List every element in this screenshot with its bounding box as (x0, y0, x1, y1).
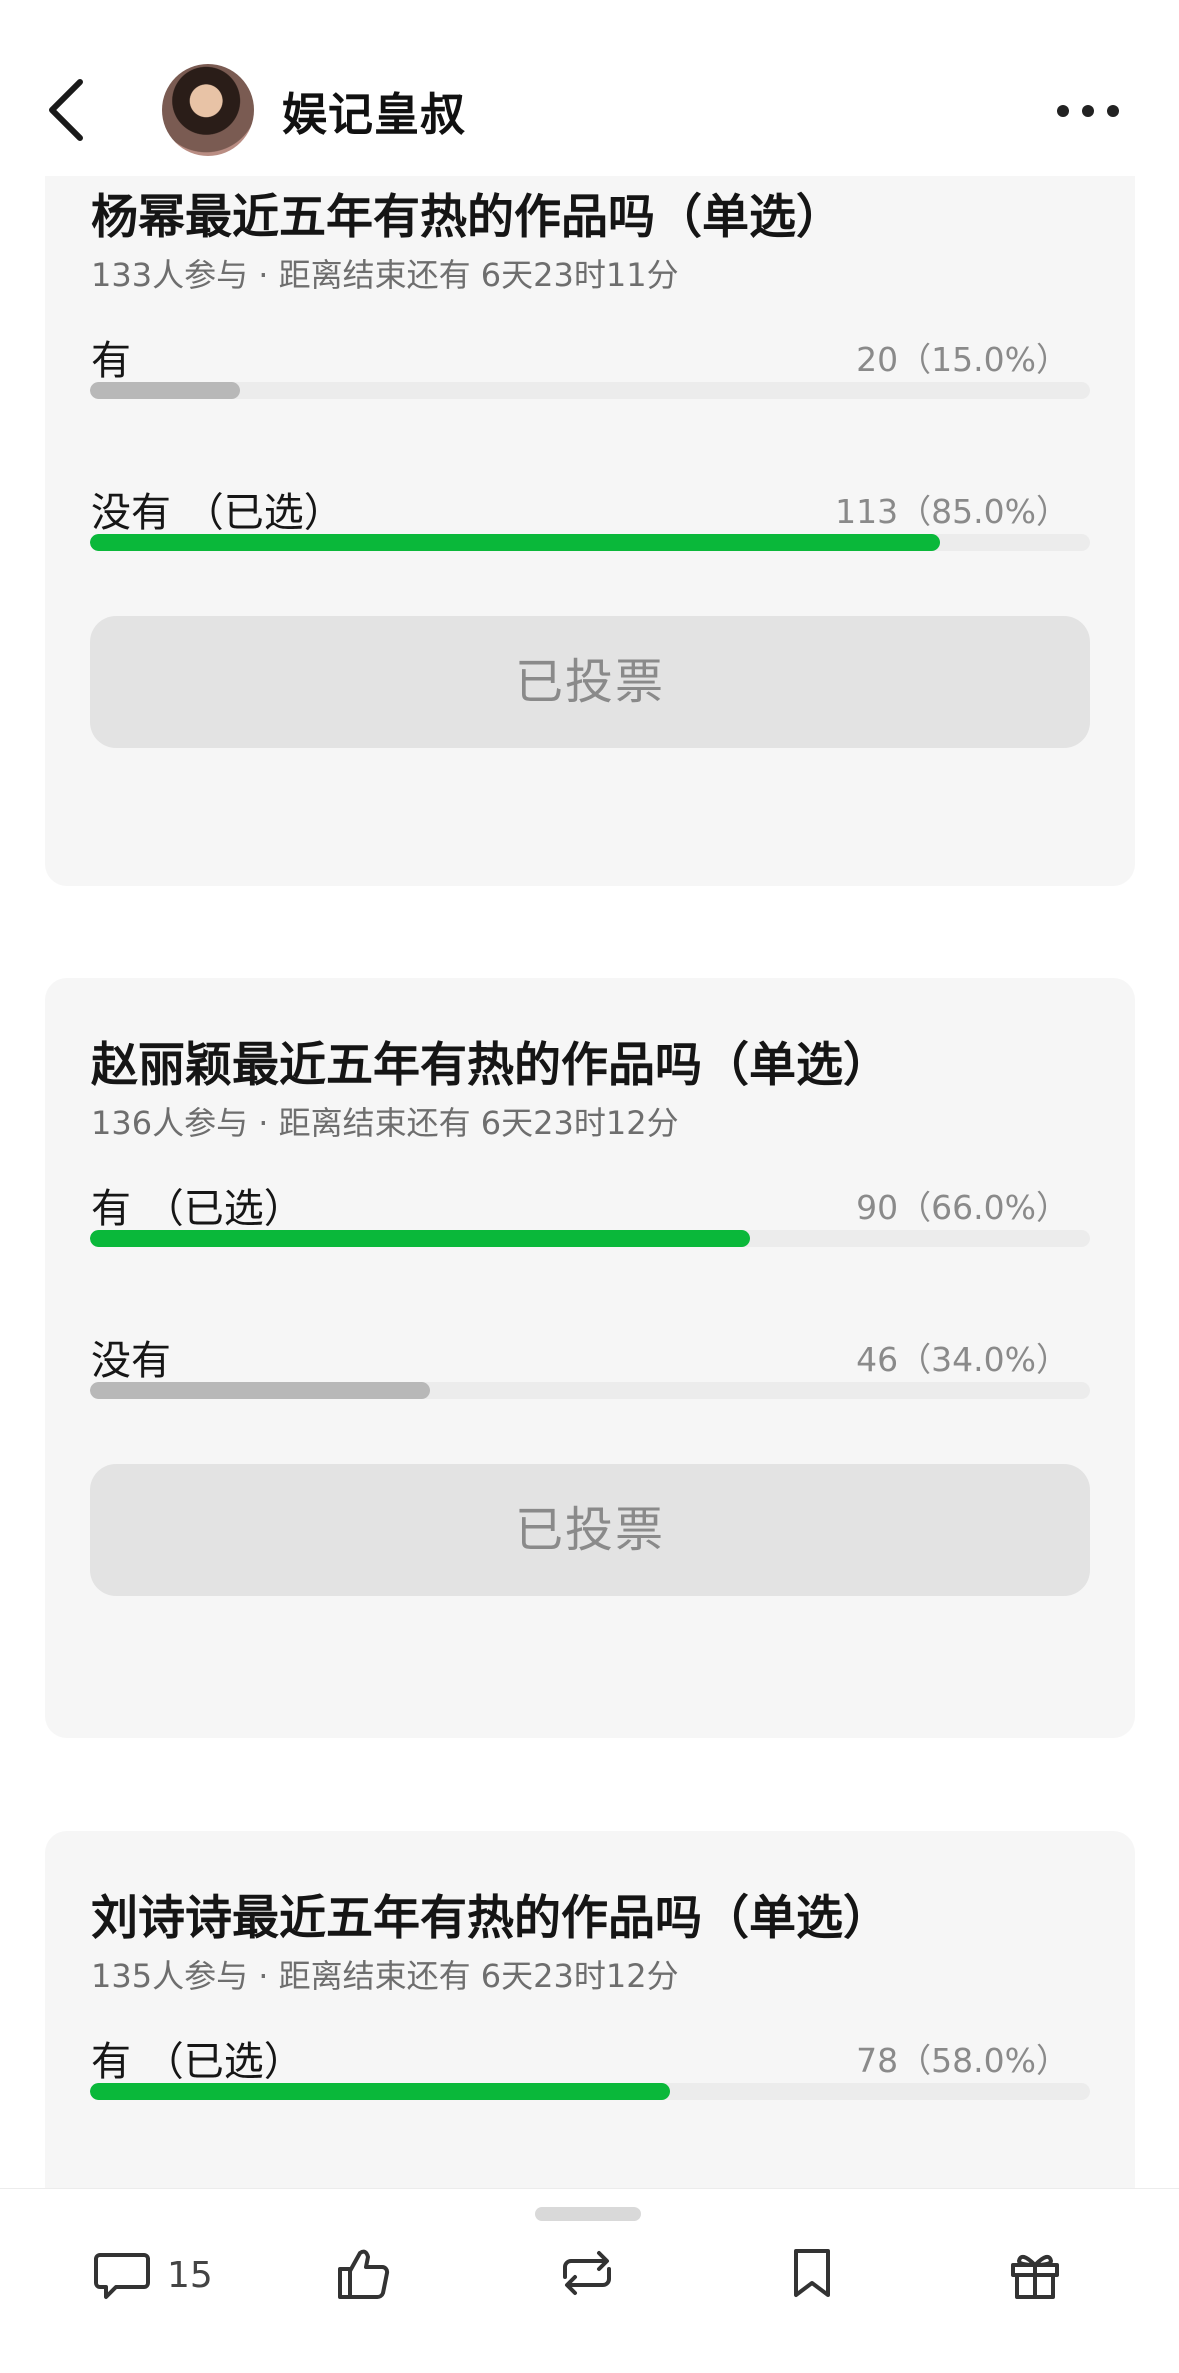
poll-option-label[interactable]: 有 （已选） (91, 2029, 304, 2087)
post-content[interactable]: 杨幂最近五年有热的作品吗（单选） 133人参与 · 距离结束还有 6天23时11… (0, 176, 1179, 2188)
poll-option-bar (90, 1382, 1090, 1399)
poll-meta: 136人参与 · 距离结束还有 6天23时12分 (91, 1104, 679, 1142)
gift-button[interactable] (1003, 2241, 1067, 2321)
more-icon[interactable] (1052, 92, 1124, 128)
poll-option-label[interactable]: 没有 (91, 1328, 171, 1386)
drag-handle[interactable] (535, 2207, 641, 2221)
repost-icon (563, 2251, 611, 2295)
bookmark-icon (794, 2249, 830, 2297)
poll-option-bar (90, 534, 1090, 551)
bookmark-button[interactable] (780, 2241, 840, 2321)
poll-option-count: 113（85.0%） (835, 492, 1069, 531)
comment-icon (94, 2253, 150, 2299)
top-nav-bar: 娱记皇叔 (0, 0, 1179, 176)
author-name[interactable]: 娱记皇叔 (282, 78, 466, 143)
poll-meta: 135人参与 · 距离结束还有 6天23时12分 (91, 1957, 679, 1995)
comment-button[interactable]: 15 (90, 2241, 220, 2321)
poll-option-count: 78（58.0%） (856, 2041, 1069, 2080)
back-icon[interactable] (38, 72, 94, 148)
poll-option-fill (90, 2083, 670, 2100)
poll-option-fill (90, 382, 240, 399)
poll-option-bar (90, 2083, 1090, 2100)
poll-option-fill (90, 1382, 430, 1399)
like-button[interactable] (332, 2241, 402, 2321)
poll-title: 刘诗诗最近五年有热的作品吗（单选） (91, 1891, 890, 1946)
poll-title: 杨幂最近五年有热的作品吗（单选） (91, 190, 843, 245)
repost-button[interactable] (555, 2241, 625, 2321)
poll-option-count: 90（66.0%） (856, 1188, 1069, 1227)
voted-button[interactable]: 已投票 (90, 616, 1090, 748)
poll-option-fill (90, 1230, 750, 1247)
poll-option-bar (90, 382, 1090, 399)
bottom-action-bar: 15 (0, 2188, 1179, 2373)
like-icon (338, 2249, 390, 2299)
author-avatar[interactable] (162, 64, 254, 156)
poll-option-label[interactable]: 有 （已选） (91, 1176, 304, 1234)
poll-option-bar (90, 1230, 1090, 1247)
poll-meta: 133人参与 · 距离结束还有 6天23时11分 (91, 256, 679, 294)
poll-option-label[interactable]: 没有 （已选） (91, 480, 344, 538)
poll-card-3: 刘诗诗最近五年有热的作品吗（单选） 135人参与 · 距离结束还有 6天23时1… (45, 1831, 1135, 2188)
comment-count: 15 (167, 2255, 213, 2296)
gift-icon (1011, 2254, 1059, 2299)
poll-title: 赵丽颖最近五年有热的作品吗（单选） (91, 1038, 890, 1093)
poll-card-1: 杨幂最近五年有热的作品吗（单选） 133人参与 · 距离结束还有 6天23时11… (45, 176, 1135, 886)
poll-option-count: 20（15.0%） (856, 340, 1069, 379)
poll-option-label[interactable]: 有 (91, 328, 131, 386)
poll-option-fill (90, 534, 940, 551)
poll-option-count: 46（34.0%） (856, 1340, 1069, 1379)
poll-card-2: 赵丽颖最近五年有热的作品吗（单选） 136人参与 · 距离结束还有 6天23时1… (45, 978, 1135, 1738)
voted-button[interactable]: 已投票 (90, 1464, 1090, 1596)
